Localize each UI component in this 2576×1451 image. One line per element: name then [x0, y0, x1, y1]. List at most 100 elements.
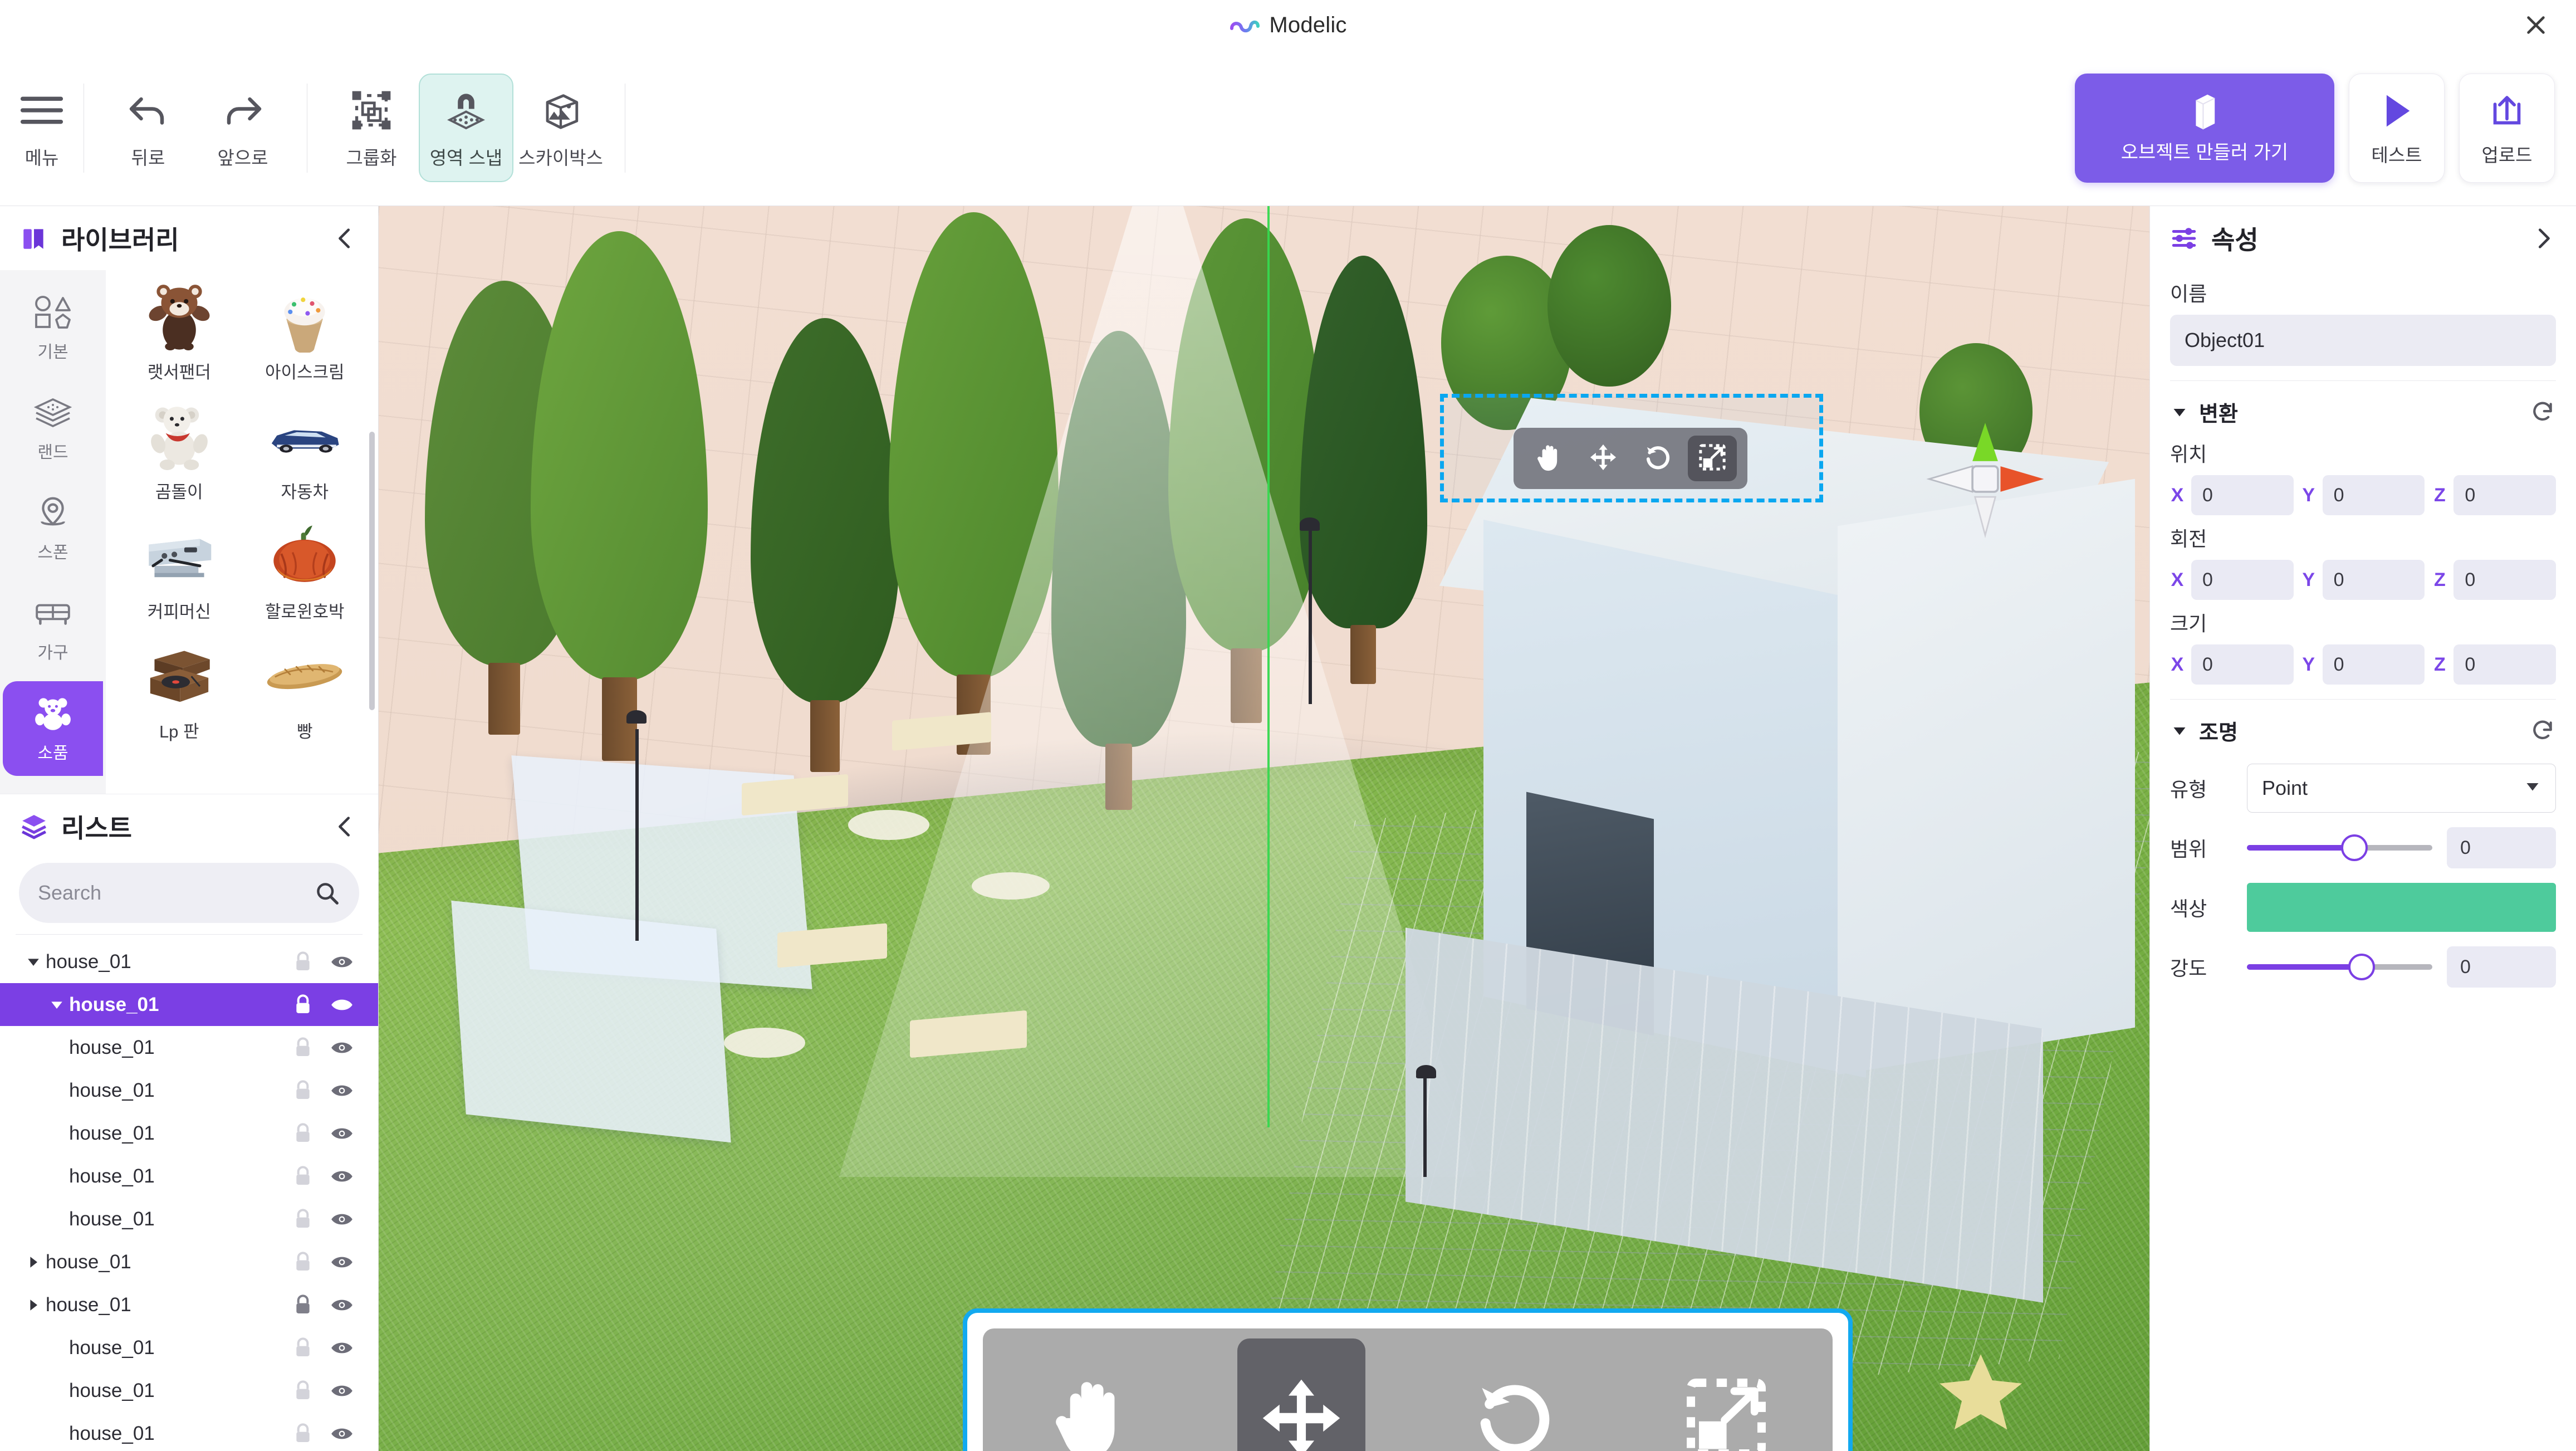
tree-row[interactable]: house_01: [0, 1283, 378, 1326]
eye-visibility-icon[interactable]: [322, 1382, 361, 1399]
eye-visibility-icon[interactable]: [322, 1297, 361, 1313]
caret-right-icon[interactable]: [21, 1297, 46, 1313]
library-category-furniture[interactable]: 가구: [3, 581, 103, 676]
upload-button[interactable]: 업로드: [2459, 73, 2555, 183]
slider-thumb[interactable]: [2341, 834, 2368, 861]
tree-row[interactable]: house_01: [0, 983, 378, 1026]
tree-row[interactable]: house_01: [0, 1155, 378, 1198]
library-item[interactable]: Lp 판: [118, 637, 241, 757]
search-input[interactable]: [38, 881, 307, 905]
library-collapse-chevron-left-icon[interactable]: [331, 224, 359, 252]
gizmo-tool-move[interactable]: [1237, 1338, 1366, 1451]
lock-icon[interactable]: [283, 1122, 322, 1145]
light-intensity-slider[interactable]: [2247, 954, 2432, 980]
gizmo-tool-pan[interactable]: [1025, 1338, 1153, 1451]
properties-collapse-chevron-right-icon[interactable]: [2529, 224, 2557, 252]
menu-button[interactable]: 메뉴: [17, 74, 67, 182]
transform-section-header[interactable]: 변환: [2170, 381, 2556, 431]
caret-down-icon[interactable]: [21, 954, 46, 970]
undo-button[interactable]: 뒤로: [101, 74, 195, 182]
axis-input-y[interactable]: 0: [2322, 560, 2425, 600]
mini-gizmo-tool-move[interactable]: [1579, 436, 1628, 481]
reset-circular-arrow-icon[interactable]: [2529, 399, 2556, 426]
list-collapse-chevron-left-icon[interactable]: [331, 813, 359, 841]
eye-visibility-icon[interactable]: [322, 954, 361, 970]
library-category-spawn[interactable]: 스폰: [3, 481, 103, 575]
caret-right-icon[interactable]: [21, 1254, 46, 1270]
tree-row[interactable]: house_01: [0, 1112, 378, 1155]
chevron-down-icon[interactable]: [2170, 403, 2189, 422]
axis-input-y[interactable]: 0: [2322, 644, 2425, 685]
lock-icon[interactable]: [283, 1380, 322, 1402]
light-color-swatch[interactable]: [2247, 883, 2556, 932]
close-icon[interactable]: [2520, 9, 2551, 41]
library-item[interactable]: 빵: [244, 637, 366, 757]
group-button[interactable]: 그룹화: [324, 74, 419, 182]
axis-input-z[interactable]: 0: [2453, 475, 2557, 515]
eye-visibility-icon[interactable]: [322, 996, 361, 1013]
slider-thumb[interactable]: [2348, 954, 2376, 980]
axis-input-x[interactable]: 0: [2191, 644, 2294, 685]
axis-input-x[interactable]: 0: [2191, 475, 2294, 515]
library-item[interactable]: 곰돌이: [118, 398, 241, 517]
mini-gizmo-tool-rotate[interactable]: [1633, 436, 1682, 481]
eye-visibility-icon[interactable]: [322, 1340, 361, 1356]
tree-row[interactable]: house_01: [0, 1412, 378, 1451]
reset-circular-arrow-icon[interactable]: [2529, 717, 2556, 744]
search-box[interactable]: [19, 863, 359, 923]
tree-row[interactable]: house_01: [0, 1069, 378, 1112]
library-item[interactable]: 자동차: [244, 398, 366, 517]
library-item[interactable]: 할로윈호박: [244, 517, 366, 637]
lock-icon[interactable]: [283, 951, 322, 973]
library-category-props[interactable]: 소품: [3, 681, 103, 776]
light-range-slider[interactable]: [2247, 834, 2432, 861]
lock-icon[interactable]: [283, 1037, 322, 1059]
eye-visibility-icon[interactable]: [322, 1211, 361, 1228]
library-item[interactable]: 아이스크림: [244, 278, 366, 398]
object-name-input[interactable]: Object01: [2170, 315, 2556, 366]
create-object-button[interactable]: 오브젝트 만들러 가기: [2075, 73, 2334, 183]
tree-row[interactable]: house_01: [0, 1326, 378, 1369]
eye-visibility-icon[interactable]: [322, 1168, 361, 1185]
skybox-button[interactable]: 스카이박스: [513, 74, 608, 182]
view-axis-gizmo-icon[interactable]: [1921, 418, 2049, 540]
redo-button[interactable]: 앞으로: [195, 74, 290, 182]
chevron-down-icon[interactable]: [2170, 721, 2189, 740]
axis-input-z[interactable]: 0: [2453, 560, 2557, 600]
axis-input-y[interactable]: 0: [2322, 475, 2425, 515]
light-type-select[interactable]: Point: [2247, 764, 2556, 813]
library-item[interactable]: 랫서팬더: [118, 278, 241, 398]
eye-visibility-icon[interactable]: [322, 1125, 361, 1142]
tree-row[interactable]: house_01: [0, 1026, 378, 1069]
axis-input-x[interactable]: 0: [2191, 560, 2294, 600]
lock-icon[interactable]: [283, 1337, 322, 1359]
tree-row[interactable]: house_01: [0, 940, 378, 983]
gizmo-tool-rotate[interactable]: [1450, 1338, 1578, 1451]
library-category-basic[interactable]: 기본: [3, 280, 103, 375]
eye-visibility-icon[interactable]: [322, 1039, 361, 1056]
library-inner-scrollbar[interactable]: [369, 432, 375, 710]
gizmo-tool-scale[interactable]: [1662, 1338, 1790, 1451]
library-category-land[interactable]: 랜드: [3, 380, 103, 475]
mini-gizmo-tool-scale[interactable]: [1688, 436, 1737, 481]
area-snap-button[interactable]: 영역 스냅: [419, 74, 513, 182]
mini-gizmo-tool-pan[interactable]: [1524, 436, 1573, 481]
test-button[interactable]: 테스트: [2349, 73, 2445, 183]
light-section-header[interactable]: 조명: [2170, 700, 2556, 749]
lock-icon[interactable]: [283, 1165, 322, 1188]
lock-icon[interactable]: [283, 1079, 322, 1102]
lock-icon[interactable]: [283, 994, 322, 1016]
library-item[interactable]: 커피머신: [118, 517, 241, 637]
caret-down-icon[interactable]: [45, 997, 69, 1013]
lock-icon[interactable]: [283, 1208, 322, 1230]
tree-row[interactable]: house_01: [0, 1198, 378, 1240]
lock-icon[interactable]: [283, 1294, 322, 1316]
light-intensity-value-input[interactable]: 0: [2447, 946, 2556, 988]
eye-visibility-icon[interactable]: [322, 1082, 361, 1099]
lock-icon[interactable]: [283, 1423, 322, 1445]
scene-viewport-3d[interactable]: [379, 206, 2149, 1451]
light-range-value-input[interactable]: 0: [2447, 827, 2556, 868]
axis-input-z[interactable]: 0: [2453, 644, 2557, 685]
eye-visibility-icon[interactable]: [322, 1254, 361, 1271]
eye-visibility-icon[interactable]: [322, 1425, 361, 1442]
